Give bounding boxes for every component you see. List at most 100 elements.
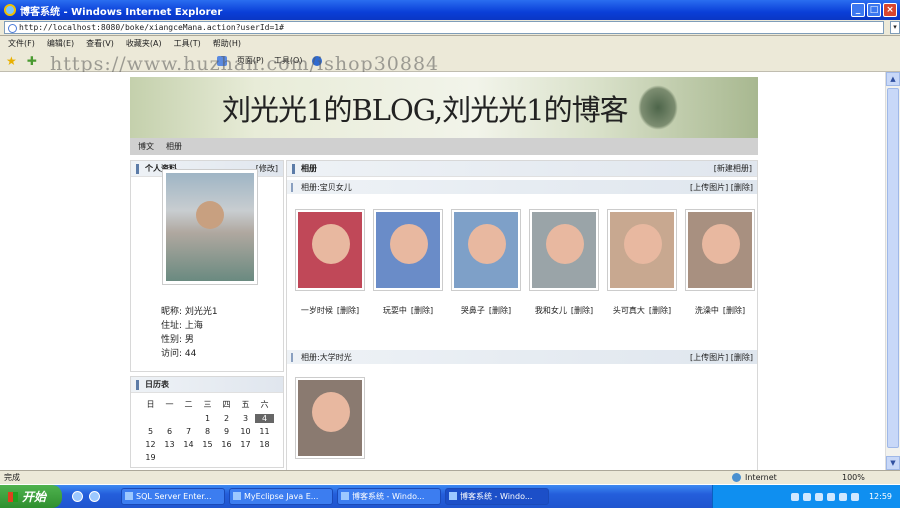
photo-caption-row: 哭鼻子 [删除] <box>451 305 521 316</box>
window-controls: _ □ × <box>851 3 897 17</box>
calendar-day[interactable]: 13 <box>160 440 179 449</box>
minimize-button[interactable]: _ <box>851 3 865 17</box>
photo-thumbnail[interactable] <box>607 209 677 291</box>
delete-photo-link[interactable]: [删除] <box>649 306 671 315</box>
album-header: 相册:宝贝女儿 [上传图片] [删除] <box>287 180 757 194</box>
volume-icon[interactable] <box>826 492 835 501</box>
delete-photo-link[interactable]: [删除] <box>723 306 745 315</box>
calendar-day[interactable]: 4 <box>255 414 274 423</box>
status-text: 完成 <box>4 473 20 482</box>
calendar-day[interactable]: 10 <box>236 427 255 436</box>
media-quicklaunch-icon[interactable] <box>89 491 100 502</box>
photo-item <box>295 377 365 459</box>
photo-item: 一岁时候 [删除] <box>295 209 365 347</box>
photo-image <box>298 380 362 456</box>
taskbar-item[interactable]: SQL Server Enter... <box>121 488 225 505</box>
taskbar-item[interactable]: 博客系统 - Windo... <box>445 488 549 505</box>
album-photos <box>287 367 757 459</box>
calendar-day[interactable]: 17 <box>236 440 255 449</box>
photo-thumbnail[interactable] <box>295 377 365 459</box>
new-album-link[interactable]: [新建相册] <box>714 163 752 174</box>
zoom-level[interactable]: 100% <box>842 473 865 482</box>
photo-item: 玩耍中 [删除] <box>373 209 443 347</box>
taskbar-item[interactable]: MyEclipse Java E... <box>229 488 333 505</box>
calendar-day[interactable]: 19 <box>141 453 160 462</box>
scroll-thumb[interactable] <box>887 88 899 448</box>
close-button[interactable]: × <box>883 3 897 17</box>
calendar-day[interactable]: 3 <box>236 414 255 423</box>
photo-caption: 洗澡中 <box>694 306 719 315</box>
album-title: 相册:大学时光 <box>301 352 352 362</box>
taskbar-item[interactable]: 博客系统 - Windo... <box>337 488 441 505</box>
calendar-day[interactable]: 18 <box>255 440 274 449</box>
favorites-star-icon[interactable]: ★ <box>6 54 17 68</box>
maximize-button[interactable]: □ <box>867 3 881 17</box>
menu-file[interactable]: 文件(F) <box>8 38 35 49</box>
delete-photo-link[interactable]: [删除] <box>571 306 593 315</box>
ie-quicklaunch-icon[interactable] <box>72 491 83 502</box>
tray-icon[interactable] <box>802 492 811 501</box>
nav-albums-link[interactable]: 相册 <box>166 141 182 152</box>
blog-nav: 博文 相册 <box>130 138 758 155</box>
blog-banner: 刘光光1的BLOG,刘光光1的博客 <box>130 77 758 138</box>
scroll-up-icon[interactable]: ▲ <box>886 72 900 86</box>
album-title: 相册:宝贝女儿 <box>301 182 352 192</box>
profile-info: 昵称: 刘光光1 住址: 上海 性别: 男 访问: 44 <box>161 305 218 361</box>
calendar-day[interactable]: 6 <box>160 427 179 436</box>
address-input[interactable]: http://localhost:8080/boke/xiangceMana.a… <box>4 21 884 34</box>
photo-thumbnail[interactable] <box>685 209 755 291</box>
menu-favorites[interactable]: 收藏夹(A) <box>126 38 162 49</box>
system-tray: 12:59 <box>712 485 900 508</box>
calendar-day[interactable]: 2 <box>217 414 236 423</box>
address-dropdown-button[interactable]: ▾ <box>890 21 900 34</box>
photo-caption: 头可真大 <box>612 306 645 315</box>
menu-view[interactable]: 查看(V) <box>86 38 114 49</box>
delete-photo-link[interactable]: [删除] <box>337 306 359 315</box>
add-favorite-icon[interactable]: ✚ <box>27 54 37 68</box>
window-titlebar: 博客系统 - Windows Internet Explorer _ □ × <box>0 0 900 20</box>
scroll-down-icon[interactable]: ▼ <box>886 456 900 470</box>
calendar-grid: 日一二三四五六 1 2 3 4 5 6 7 8 9 10 11 12 13 14 15 16 17 18 19 <box>141 399 283 462</box>
calendar-day[interactable]: 14 <box>179 440 198 449</box>
calendar-day[interactable]: 16 <box>217 440 236 449</box>
calendar-weekday: 一 <box>165 400 174 409</box>
nav-posts-link[interactable]: 博文 <box>138 141 154 152</box>
edit-profile-link[interactable]: [修改] <box>256 163 278 174</box>
photo-thumbnail[interactable] <box>373 209 443 291</box>
menu-help[interactable]: 帮助(H) <box>213 38 241 49</box>
start-button[interactable]: 开始 <box>0 485 62 508</box>
photo-thumbnail[interactable] <box>451 209 521 291</box>
network-icon[interactable] <box>838 492 847 501</box>
photo-caption-row: 头可真大 [删除] <box>607 305 677 316</box>
photo-thumbnail[interactable] <box>529 209 599 291</box>
avatar-image <box>166 173 254 281</box>
photo-caption-row: 洗澡中 [删除] <box>685 305 755 316</box>
calendar-day[interactable]: 15 <box>198 440 217 449</box>
delete-photo-link[interactable]: [删除] <box>411 306 433 315</box>
photo-caption-row: 我和女儿 [删除] <box>529 305 599 316</box>
photo-thumbnail[interactable] <box>295 209 365 291</box>
tray-icon[interactable] <box>790 492 799 501</box>
calendar-day[interactable]: 11 <box>255 427 274 436</box>
album-actions[interactable]: [上传图片] [删除] <box>690 352 753 363</box>
delete-photo-link[interactable]: [删除] <box>489 306 511 315</box>
calendar-day[interactable]: 8 <box>198 427 217 436</box>
ie-icon <box>4 4 16 16</box>
status-bar: 完成 Internet 100% <box>0 470 900 484</box>
quick-launch <box>72 491 117 502</box>
menu-edit[interactable]: 编辑(E) <box>47 38 74 49</box>
security-shield-icon[interactable] <box>850 492 859 501</box>
calendar-day[interactable]: 9 <box>217 427 236 436</box>
calendar-day[interactable]: 5 <box>141 427 160 436</box>
calendar-weekday: 六 <box>260 400 269 409</box>
calendar-day[interactable]: 1 <box>198 414 217 423</box>
tray-icon[interactable] <box>814 492 823 501</box>
albums-box: 相册 [新建相册] 相册:宝贝女儿 [上传图片] [删除] 一岁时候 [删除] 玩耍… <box>286 160 758 470</box>
vertical-scrollbar[interactable]: ▲ ▼ <box>885 72 900 470</box>
calendar-day[interactable]: 7 <box>179 427 198 436</box>
menu-tools[interactable]: 工具(T) <box>174 38 201 49</box>
calendar-day[interactable]: 12 <box>141 440 160 449</box>
photo-caption: 一岁时候 <box>300 306 333 315</box>
album-actions[interactable]: [上传图片] [删除] <box>690 182 753 193</box>
profile-address: 住址: 上海 <box>161 321 203 331</box>
